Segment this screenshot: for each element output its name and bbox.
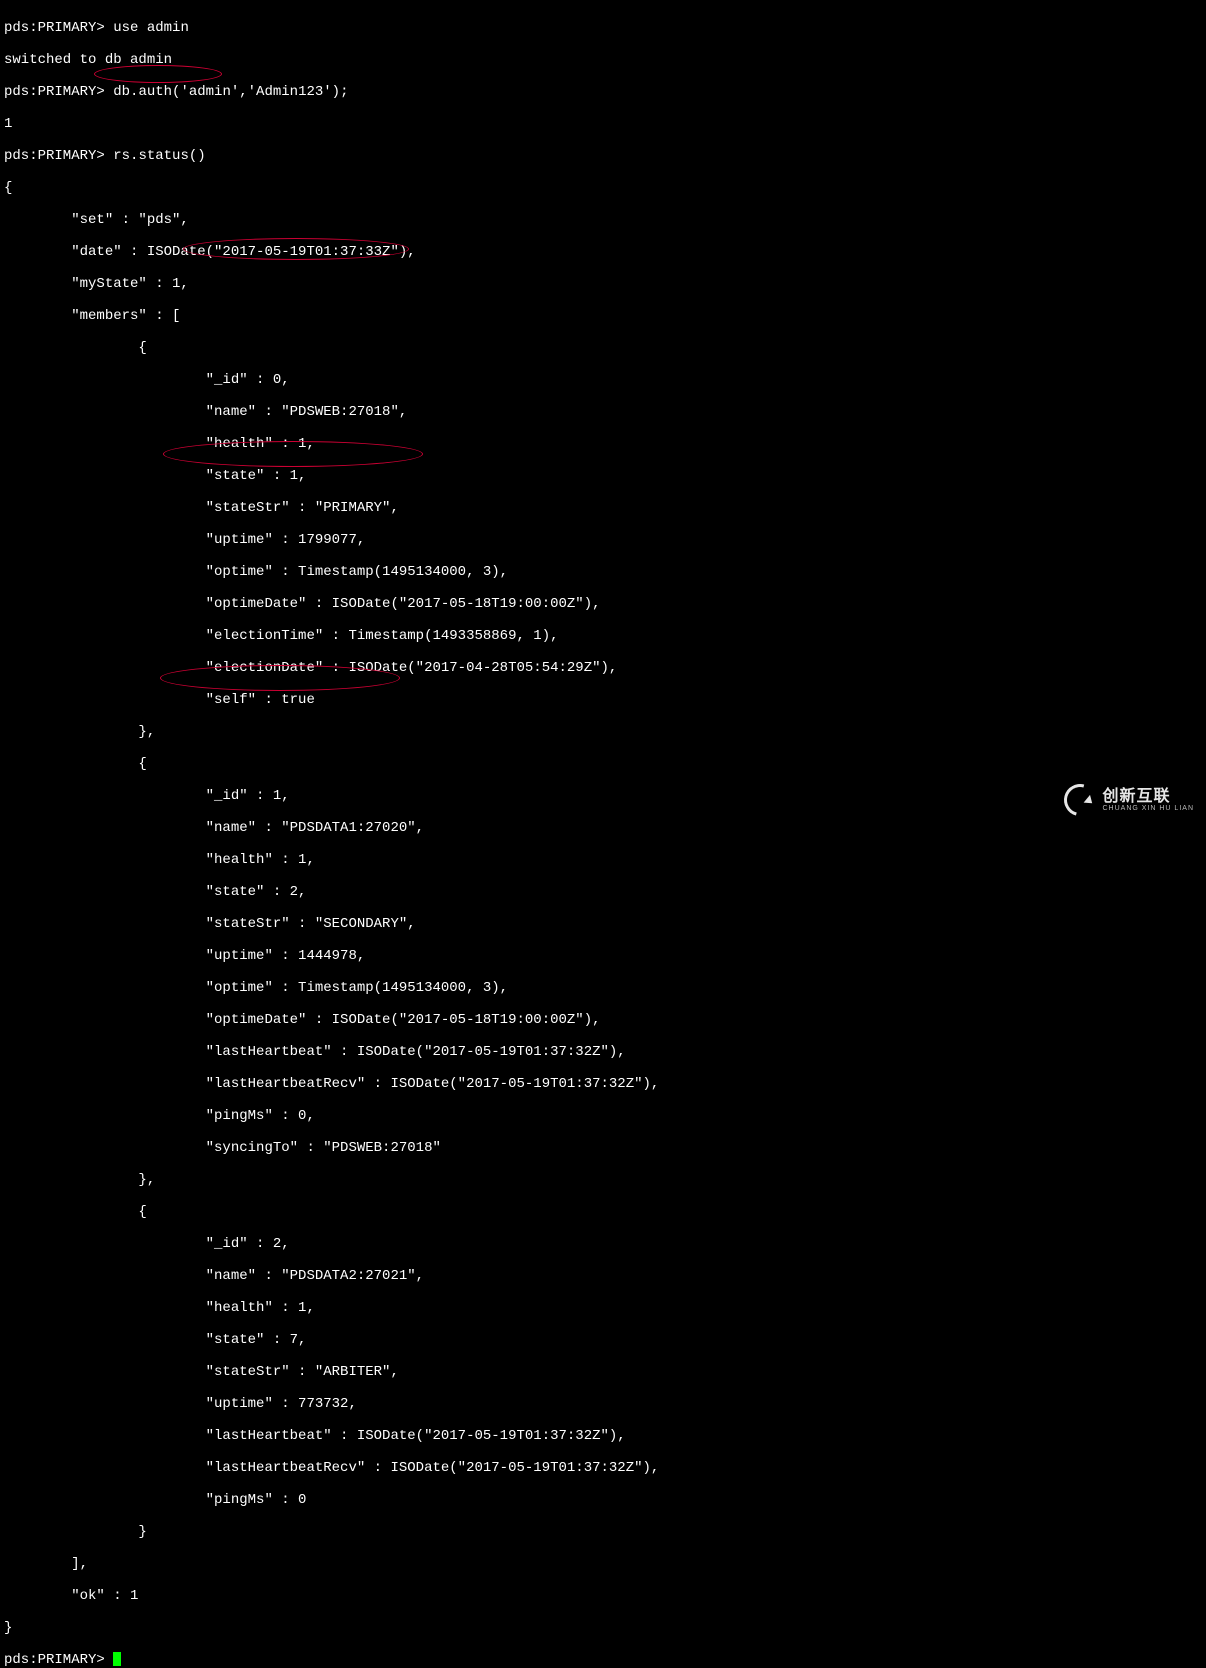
- output-member0-electiontime: "electionTime" : Timestamp(1493358869, 1…: [4, 628, 1202, 644]
- command-rs-status: rs.status(): [113, 148, 205, 164]
- output-members-end: ],: [4, 1556, 1202, 1572]
- prompt-line-2: pds:PRIMARY> db.auth('admin','Admin123')…: [4, 84, 1202, 100]
- output-member2-id: "_id" : 2,: [4, 1236, 1202, 1252]
- output-member2-close: }: [4, 1524, 1202, 1540]
- output-member0-uptime: "uptime" : 1799077,: [4, 532, 1202, 548]
- output-member0-statestr: "stateStr" : "PRIMARY",: [4, 500, 1202, 516]
- watermark-text: 创新互联 CHUANG XIN HU LIAN: [1102, 789, 1194, 812]
- output-member2-pingms: "pingMs" : 0: [4, 1492, 1202, 1508]
- output-member1-id: "_id" : 1,: [4, 788, 1202, 804]
- watermark: 创新互联 CHUANG XIN HU LIAN: [1064, 784, 1194, 816]
- output-member1-close: },: [4, 1172, 1202, 1188]
- output-set: "set" : "pds",: [4, 212, 1202, 228]
- output-member1-open: {: [4, 756, 1202, 772]
- terminal-output[interactable]: pds:PRIMARY> use admin switched to db ad…: [4, 4, 1202, 1668]
- output-member0-state: "state" : 1,: [4, 468, 1202, 484]
- output-member2-name: "name" : "PDSDATA2:27021",: [4, 1268, 1202, 1284]
- output-member1-optime: "optime" : Timestamp(1495134000, 3),: [4, 980, 1202, 996]
- output-member0-close: },: [4, 724, 1202, 740]
- output-member0-electiondate: "electionDate" : ISODate("2017-04-28T05:…: [4, 660, 1202, 676]
- prompt: pds:PRIMARY>: [4, 148, 105, 164]
- prompt-line-1: pds:PRIMARY> use admin: [4, 20, 1202, 36]
- output-member1-syncingto: "syncingTo" : "PDSWEB:27018": [4, 1140, 1202, 1156]
- output-member2-lastheartbeat: "lastHeartbeat" : ISODate("2017-05-19T01…: [4, 1428, 1202, 1444]
- command-auth: db.auth('admin','Admin123');: [113, 84, 348, 100]
- watermark-sub-text: CHUANG XIN HU LIAN: [1102, 805, 1194, 812]
- watermark-logo-icon: [1064, 784, 1096, 816]
- output-member1-state: "state" : 2,: [4, 884, 1202, 900]
- output-member0-optimedate: "optimeDate" : ISODate("2017-05-18T19:00…: [4, 596, 1202, 612]
- output-member1-uptime: "uptime" : 1444978,: [4, 948, 1202, 964]
- output-member1-lastheartbeatrecv: "lastHeartbeatRecv" : ISODate("2017-05-1…: [4, 1076, 1202, 1092]
- output-member0-optime: "optime" : Timestamp(1495134000, 3),: [4, 564, 1202, 580]
- output-member0-self: "self" : true: [4, 692, 1202, 708]
- output-member1-health: "health" : 1,: [4, 852, 1202, 868]
- output-mystate: "myState" : 1,: [4, 276, 1202, 292]
- prompt-line-4: pds:PRIMARY>: [4, 1652, 1202, 1668]
- output-auth-result: 1: [4, 116, 1202, 132]
- output-member0-id: "_id" : 0,: [4, 372, 1202, 388]
- output-member1-pingms: "pingMs" : 0,: [4, 1108, 1202, 1124]
- output-member2-statestr: "stateStr" : "ARBITER",: [4, 1364, 1202, 1380]
- output-member2-open: {: [4, 1204, 1202, 1220]
- output-date: "date" : ISODate("2017-05-19T01:37:33Z")…: [4, 244, 1202, 260]
- output-member2-lastheartbeatrecv: "lastHeartbeatRecv" : ISODate("2017-05-1…: [4, 1460, 1202, 1476]
- output-ok: "ok" : 1: [4, 1588, 1202, 1604]
- output-member1-optimedate: "optimeDate" : ISODate("2017-05-18T19:00…: [4, 1012, 1202, 1028]
- output-member2-uptime: "uptime" : 773732,: [4, 1396, 1202, 1412]
- output-member0-health: "health" : 1,: [4, 436, 1202, 452]
- output-member1-statestr: "stateStr" : "SECONDARY",: [4, 916, 1202, 932]
- output-members: "members" : [: [4, 308, 1202, 324]
- output-member2-state: "state" : 7,: [4, 1332, 1202, 1348]
- prompt: pds:PRIMARY>: [4, 1652, 105, 1668]
- output-member1-lastheartbeat: "lastHeartbeat" : ISODate("2017-05-19T01…: [4, 1044, 1202, 1060]
- output-member0-open: {: [4, 340, 1202, 356]
- command-use-admin: use admin: [113, 20, 189, 36]
- prompt-line-3: pds:PRIMARY> rs.status(): [4, 148, 1202, 164]
- output-member2-health: "health" : 1,: [4, 1300, 1202, 1316]
- output-switched: switched to db admin: [4, 52, 1202, 68]
- output-close-brace: }: [4, 1620, 1202, 1636]
- output-open-brace: {: [4, 180, 1202, 196]
- prompt: pds:PRIMARY>: [4, 84, 105, 100]
- cursor-icon: [113, 1652, 121, 1666]
- output-member0-name: "name" : "PDSWEB:27018",: [4, 404, 1202, 420]
- watermark-main-text: 创新互联: [1102, 789, 1194, 805]
- prompt: pds:PRIMARY>: [4, 20, 105, 36]
